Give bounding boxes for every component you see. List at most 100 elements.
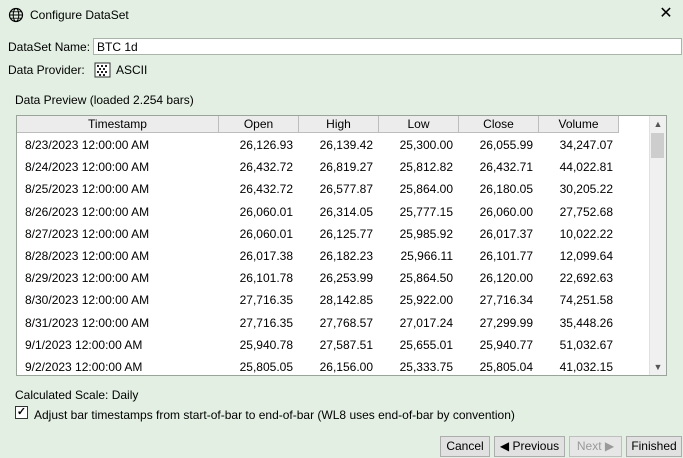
close-icon[interactable]: ✕: [657, 5, 675, 23]
cell-close: 26,055.99: [479, 138, 533, 152]
window-title: Configure DataSet: [30, 8, 129, 22]
table-row[interactable]: 8/31/2023 12:00:00 AM 27,716.35 27,768.57 2…: [17, 313, 619, 335]
column-header-volume[interactable]: Volume: [539, 116, 619, 133]
cell-close: 26,432.71: [479, 160, 533, 175]
cell-low: 25,864.00: [399, 182, 453, 197]
cell-timestamp: 8/27/2023 12:00:00 AM: [25, 226, 150, 241]
cell-open: 26,432.72: [239, 160, 293, 175]
cell-high: 26,156.00: [319, 359, 373, 374]
cell-low: 25,655.01: [399, 337, 453, 352]
globe-icon: [8, 7, 24, 23]
cell-volume: 30,205.22: [559, 182, 613, 197]
dataset-name-label: DataSet Name:: [8, 40, 91, 54]
cell-high: 26,139.42: [319, 138, 373, 152]
cell-timestamp: 8/24/2023 12:00:00 AM: [25, 160, 150, 175]
cell-volume: 51,032.67: [559, 337, 613, 352]
cell-open: 25,940.78: [239, 337, 293, 352]
table-row[interactable]: 8/26/2023 12:00:00 AM 26,060.01 26,314.05 2…: [17, 202, 619, 224]
adjust-timestamps-checkbox[interactable]: ✓: [15, 406, 28, 419]
table-row[interactable]: 8/23/2023 12:00:00 AM 26,126.93 26,139.42 2…: [17, 135, 619, 157]
cell-close: 26,101.77: [479, 248, 533, 263]
cell-low: 27,017.24: [399, 315, 453, 330]
cell-low: 25,812.82: [399, 160, 453, 175]
cell-open: 25,805.05: [239, 359, 293, 374]
cell-open: 26,126.93: [239, 138, 293, 152]
scroll-down-icon[interactable]: ▼: [650, 359, 666, 375]
column-header-timestamp[interactable]: Timestamp: [17, 116, 219, 133]
cell-high: 27,587.51: [319, 337, 373, 352]
cell-high: 28,142.85: [319, 293, 373, 308]
cell-open: 26,432.72: [239, 182, 293, 197]
cell-timestamp: 8/29/2023 12:00:00 AM: [25, 271, 150, 286]
cell-low: 25,985.92: [399, 226, 453, 241]
cell-close: 26,060.00: [479, 204, 533, 219]
cell-high: 26,253.99: [319, 271, 373, 286]
grid-header: Timestamp Open High Low Close Volume: [17, 116, 619, 134]
cell-close: 27,299.99: [479, 315, 533, 330]
cell-open: 26,060.01: [239, 226, 293, 241]
cell-timestamp: 8/30/2023 12:00:00 AM: [25, 293, 150, 308]
vertical-scrollbar[interactable]: ▲ ▼: [649, 116, 666, 375]
finished-button[interactable]: Finished: [626, 436, 682, 457]
column-header-low[interactable]: Low: [379, 116, 459, 133]
table-row[interactable]: 9/2/2023 12:00:00 AM 25,805.05 26,156.00 25…: [17, 357, 619, 375]
cell-high: 26,182.23: [319, 248, 373, 263]
cell-close: 25,940.77: [479, 337, 533, 352]
scroll-thumb[interactable]: [651, 133, 664, 158]
data-preview-grid[interactable]: Timestamp Open High Low Close Volume 8/2…: [16, 115, 667, 376]
column-header-close[interactable]: Close: [459, 116, 539, 133]
cell-low: 25,777.15: [399, 204, 453, 219]
table-row[interactable]: 8/24/2023 12:00:00 AM 26,432.72 26,819.27 2…: [17, 157, 619, 179]
cell-timestamp: 9/1/2023 12:00:00 AM: [25, 337, 143, 352]
table-row[interactable]: 8/30/2023 12:00:00 AM 27,716.35 28,142.85 2…: [17, 290, 619, 312]
cell-close: 25,805.04: [479, 359, 533, 374]
next-button[interactable]: Next ▶: [569, 436, 622, 457]
data-provider-label: Data Provider:: [8, 63, 85, 77]
data-preview-title: Data Preview (loaded 2.254 bars): [15, 93, 194, 107]
table-row[interactable]: 8/27/2023 12:00:00 AM 26,060.01 26,125.77 2…: [17, 224, 619, 246]
cell-close: 27,716.34: [479, 293, 533, 308]
cell-volume: 41,032.15: [559, 359, 613, 374]
table-row[interactable]: 8/25/2023 12:00:00 AM 26,432.72 26,577.87 2…: [17, 179, 619, 201]
cell-open: 26,060.01: [239, 204, 293, 219]
cell-close: 26,120.00: [479, 271, 533, 286]
grid-rows: 8/23/2023 12:00:00 AM 26,126.93 26,139.42 2…: [17, 135, 619, 375]
data-provider-value: ASCII: [116, 63, 148, 77]
cell-low: 25,966.11: [400, 248, 454, 263]
cell-close: 26,017.37: [479, 226, 533, 241]
scroll-up-icon[interactable]: ▲: [650, 116, 666, 132]
cell-high: 26,577.87: [319, 182, 373, 197]
cell-timestamp: 8/31/2023 12:00:00 AM: [25, 315, 150, 330]
cell-low: 25,300.00: [399, 138, 453, 152]
cell-volume: 12,099.64: [559, 248, 613, 263]
cell-timestamp: 8/26/2023 12:00:00 AM: [25, 204, 150, 219]
column-header-open[interactable]: Open: [219, 116, 299, 133]
adjust-timestamps-label: Adjust bar timestamps from start-of-bar …: [34, 408, 515, 422]
cell-open: 26,017.38: [239, 248, 293, 263]
cell-high: 26,125.77: [319, 226, 373, 241]
cell-open: 26,101.78: [239, 271, 293, 286]
cell-volume: 10,022.22: [559, 226, 613, 241]
cell-open: 27,716.35: [239, 293, 293, 308]
table-row[interactable]: 9/1/2023 12:00:00 AM 25,940.78 27,587.51 25…: [17, 335, 619, 357]
column-header-high[interactable]: High: [299, 116, 379, 133]
cell-volume: 74,251.58: [559, 293, 613, 308]
dataset-name-input[interactable]: [93, 38, 682, 55]
calculated-scale: Calculated Scale: Daily: [15, 388, 139, 402]
cell-volume: 27,752.68: [559, 204, 613, 219]
cell-volume: 44,022.81: [559, 160, 613, 175]
cell-high: 26,819.27: [319, 160, 373, 175]
cell-timestamp: 9/2/2023 12:00:00 AM: [25, 359, 143, 374]
cell-volume: 35,448.26: [559, 315, 613, 330]
cell-close: 26,180.05: [479, 182, 533, 197]
cell-low: 25,922.00: [399, 293, 453, 308]
cell-high: 26,314.05: [319, 204, 373, 219]
previous-button[interactable]: ◀ Previous: [494, 436, 565, 457]
table-row[interactable]: 8/28/2023 12:00:00 AM 26,017.38 26,182.23 2…: [17, 246, 619, 268]
cell-timestamp: 8/28/2023 12:00:00 AM: [25, 248, 150, 263]
cell-low: 25,864.50: [399, 271, 453, 286]
cell-open: 27,716.35: [239, 315, 293, 330]
cancel-button[interactable]: Cancel: [440, 436, 490, 457]
table-row[interactable]: 8/29/2023 12:00:00 AM 26,101.78 26,253.99 2…: [17, 268, 619, 290]
ascii-file-icon: [94, 62, 111, 78]
